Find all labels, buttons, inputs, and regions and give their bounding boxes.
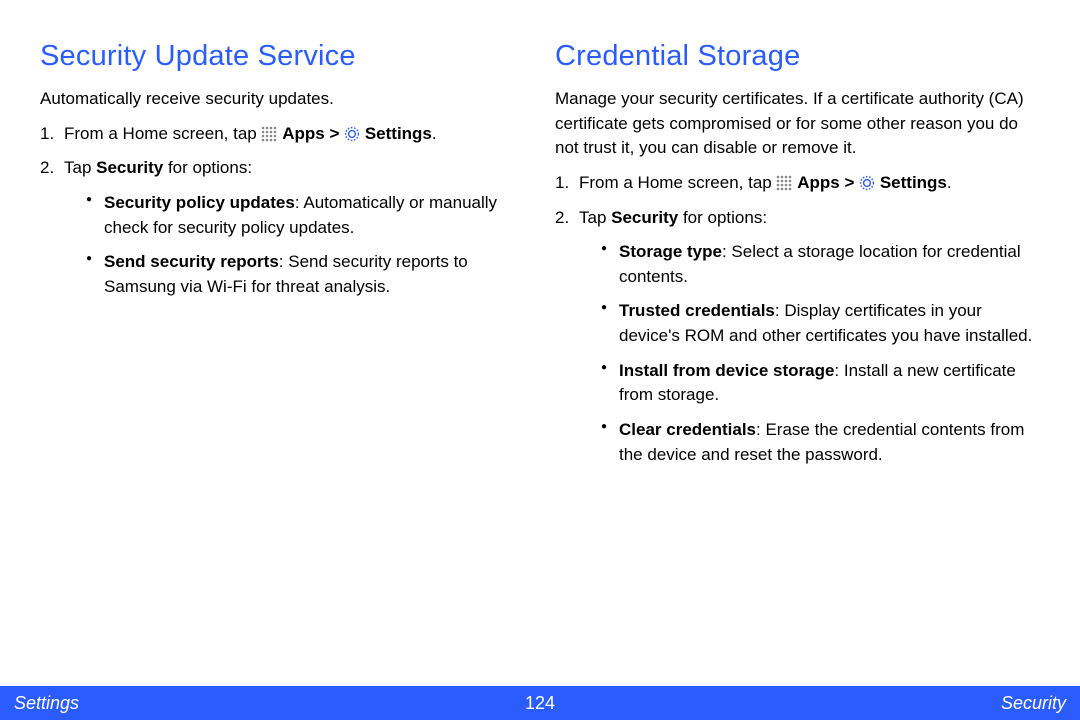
option-item: Clear credentials: Erase the credential … [601, 418, 1040, 467]
page-content: Security Update Service Automatically re… [0, 0, 1080, 477]
footer-right: Security [1001, 693, 1066, 714]
intro-text: Automatically receive security updates. [40, 87, 525, 112]
option-title: Security policy updates [104, 193, 295, 212]
step-item: From a Home screen, tap Apps > Settings. [555, 171, 1040, 196]
steps-list: From a Home screen, tap Apps > Settings. [555, 171, 1040, 467]
option-item: Storage type: Select a storage location … [601, 240, 1040, 289]
apps-grid-icon [261, 125, 277, 141]
security-label: Security [96, 158, 163, 177]
settings-gear-icon [344, 125, 360, 141]
options-list: Security policy updates: Automatically o… [64, 191, 525, 300]
separator: > [329, 124, 344, 143]
apps-label: Apps [797, 173, 840, 192]
text: Tap [579, 208, 611, 227]
text: From a Home screen, tap [579, 173, 776, 192]
security-label: Security [611, 208, 678, 227]
settings-gear-icon [859, 174, 875, 190]
text: From a Home screen, tap [64, 124, 261, 143]
text: for options: [163, 158, 252, 177]
steps-list: From a Home screen, tap Apps > Settings. [40, 122, 525, 300]
option-title: Clear credentials [619, 420, 756, 439]
right-column: Credential Storage Manage your security … [555, 40, 1040, 477]
section-heading-security-update: Security Update Service [40, 40, 525, 73]
option-item: Send security reports: Send security rep… [86, 250, 525, 299]
footer-left: Settings [14, 693, 79, 714]
intro-text: Manage your security certificates. If a … [555, 87, 1040, 161]
option-item: Security policy updates: Automatically o… [86, 191, 525, 240]
apps-grid-icon [776, 174, 792, 190]
text: for options: [678, 208, 767, 227]
section-heading-credential-storage: Credential Storage [555, 40, 1040, 73]
option-title: Storage type [619, 242, 722, 261]
option-item: Install from device storage: Install a n… [601, 359, 1040, 408]
option-title: Install from device storage [619, 361, 834, 380]
option-title: Send security reports [104, 252, 279, 271]
step-item: Tap Security for options: Storage type: … [555, 206, 1040, 468]
left-column: Security Update Service Automatically re… [40, 40, 525, 477]
text: . [432, 124, 437, 143]
apps-label: Apps [282, 124, 325, 143]
text: . [947, 173, 952, 192]
option-item: Trusted credentials: Display certificate… [601, 299, 1040, 348]
settings-label: Settings [365, 124, 432, 143]
step-item: From a Home screen, tap Apps > Settings. [40, 122, 525, 147]
footer-page-number: 124 [525, 693, 555, 714]
option-title: Trusted credentials [619, 301, 775, 320]
page-footer: Settings 124 Security [0, 686, 1080, 720]
settings-label: Settings [880, 173, 947, 192]
separator: > [844, 173, 859, 192]
text: Tap [64, 158, 96, 177]
options-list: Storage type: Select a storage location … [579, 240, 1040, 467]
step-item: Tap Security for options: Security polic… [40, 156, 525, 299]
